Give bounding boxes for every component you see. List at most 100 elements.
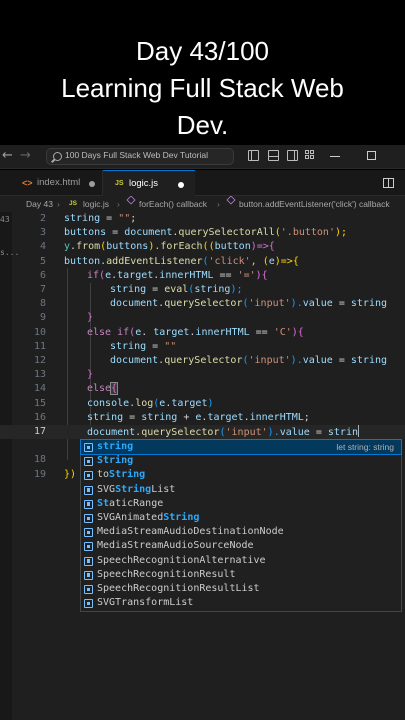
code-line: 14 else{ [0,382,405,396]
code-text: string = eval(string); [110,284,243,295]
code-line: 16 string = string + e.target.innerHTML; [0,411,405,425]
tab-label: index.html [37,177,81,188]
line-number: 11 [33,340,46,352]
line-number: 2 [39,213,46,224]
method-icon [126,196,136,205]
variable-icon [84,570,93,580]
suggestion-item[interactable]: String [81,454,401,468]
minimize-icon[interactable] [330,156,340,158]
js-file-icon: JS [69,200,77,207]
tab-logic-js[interactable]: JS logic.js [103,170,195,196]
suggestion-item[interactable]: MediaStreamAudioDestinationNode [81,525,401,539]
back-arrow-icon[interactable]: ← [2,148,13,164]
line-number: 3 [39,227,46,239]
line-number: 15 [33,397,46,409]
code-text: string = string + e.target.innerHTML; [87,411,310,423]
code-text: document.querySelector('input').value = … [110,355,388,366]
line-number: 5 [39,255,46,267]
code-line: 3 buttons = document.querySelectorAll('.… [0,226,405,240]
suggestion-item[interactable]: StaticRange [81,497,401,511]
code-text: else{ [87,382,119,396]
chevron-right-icon: › [57,199,60,209]
variable-icon [84,528,93,538]
variable-icon [84,514,93,523]
search-text: 100 Days Full Stack Web Dev Tutorial [65,150,208,160]
tab-index-html[interactable]: <> index.html [0,170,103,196]
caption-line-3: Dev. [176,110,229,140]
unsaved-dot-icon[interactable] [89,181,95,187]
method-icon [226,196,236,205]
code-text: console.log(e.target) [87,397,214,409]
line-number: 6 [39,269,46,281]
tab-label: logic.js [129,178,159,189]
variable-icon [84,457,93,467]
command-center-search[interactable]: 100 Days Full Stack Web Dev Tutorial [46,148,234,165]
caption-line-2: Learning Full Stack Web [61,73,344,103]
line-number: 19 [33,468,46,480]
code-line: 5 button.addEventListener('click', (e)=>… [0,255,405,269]
breadcrumb-symbol-1[interactable]: forEach() callback [139,196,207,212]
suggestion-item[interactable]: string let string: string [80,438,402,456]
toggle-secondary-sidebar-icon[interactable] [287,150,298,161]
code-text: button.addEventListener('click', (e)=>{ [64,255,299,267]
breadcrumb-symbol-2[interactable]: button.addEventListener('click') callbac… [239,196,390,212]
caption-line-1: Day 43/100 [136,36,269,66]
variable-icon [84,542,93,552]
unsaved-dot-icon[interactable] [178,182,184,188]
suggestion-item[interactable]: MediaStreamAudioSourceNode [81,539,401,553]
code-line-current[interactable]: 17 document.querySelector('input').value… [0,425,405,440]
code-line: 8 document.querySelector('input').value … [0,297,405,311]
forward-arrow-icon[interactable]: → [20,148,31,164]
variable-icon [84,585,93,594]
editor-tab-bar: <> index.html JS logic.js [0,170,405,196]
autocomplete-suggestions[interactable]: string let string: string String toStrin… [80,438,402,612]
variable-icon [84,443,93,452]
code-line: 7 string = eval(string); [0,283,405,297]
title-bar: ← → 100 Days Full Stack Web Dev Tutorial [0,145,405,169]
code-text: if(e.target.innerHTML == '='){ [87,269,268,281]
breadcrumb-file[interactable]: logic.js [83,196,109,212]
line-number: 7 [39,284,46,295]
split-editor-icon[interactable] [383,178,394,188]
html-file-icon: <> [22,178,33,188]
method-icon [84,471,93,481]
toggle-panel-icon[interactable] [268,150,279,161]
variable-icon [84,485,93,495]
suggestion-item[interactable]: SpeechRecognitionResult [81,568,401,582]
suggestion-item[interactable]: SVGAnimatedString [81,511,401,525]
line-number: 4 [39,241,46,253]
line-number: 17 [33,426,46,437]
search-icon [53,152,62,161]
code-text: document.querySelector('input').value = … [87,425,359,438]
maximize-icon[interactable] [367,151,376,160]
code-line: 12 document.querySelector('input').value… [0,354,405,368]
line-number: 13 [33,369,46,381]
code-line: 6 if(e.target.innerHTML == '='){ [0,269,405,283]
suggestion-item[interactable]: SpeechRecognitionResultList [81,582,401,596]
line-number: 10 [33,326,46,338]
code-line: 10 else if(e. target.innerHTML == 'C'){ [0,326,405,340]
line-number: 8 [39,298,46,310]
code-line: 4 y.from(buttons).forEach((button)=>{ [0,240,405,254]
suggestion-item[interactable]: SpeechRecognitionAlternative [81,554,401,568]
line-number: 9 [39,312,46,324]
code-line: 2 string = ""; [0,212,405,226]
suggestion-item[interactable]: toString [81,468,401,482]
line-number: 12 [33,355,46,366]
code-line: 11 string = "" [0,340,405,354]
code-text: document.querySelector('input').value = … [110,298,388,310]
customize-layout-icon[interactable] [305,150,316,161]
code-text: string = ""; [64,213,137,224]
code-text: buttons = document.querySelectorAll('.bu… [64,227,348,239]
line-number: 18 [33,454,46,466]
variable-icon [84,556,93,566]
chevron-right-icon: › [217,199,220,209]
code-text: string = "" [110,340,177,352]
suggestion-item[interactable]: SVGTransformList [81,596,401,610]
code-line: 13 } [0,368,405,382]
line-number: 16 [33,411,46,423]
suggestion-item[interactable]: SVGStringList [81,483,401,497]
toggle-primary-sidebar-icon[interactable] [248,150,259,161]
breadcrumb-folder[interactable]: Day 43 [26,196,53,212]
code-line: 15 console.log(e.target) [0,397,405,411]
